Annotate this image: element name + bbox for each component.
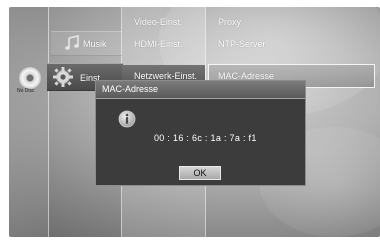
disc-icon [19,67,41,89]
menu-item-label: MAC-Adresse [218,71,275,81]
info-icon [118,110,136,128]
menu-item-proxy[interactable]: Proxy [218,17,241,27]
mac-address-value: 00 : 16 : 6c : 1a : 7a : f1 [154,133,257,143]
screen: No Disc Musik Einst. Video-Einst. HDMI-E… [0,0,380,243]
music-note-icon [65,35,79,50]
tv-menu-screen: No Disc Musik Einst. Video-Einst. HDMI-E… [9,7,380,237]
dialog-body: 00 : 16 : 6c : 1a : 7a : f1 OK [96,99,305,185]
dialog-title-bar: MAC-Adresse [96,81,305,99]
dialog-title: MAC-Adresse [102,84,159,94]
menu-item-video-einst[interactable]: Video-Einst. [134,17,182,27]
menu-item-ntp-server[interactable]: NTP-Server [218,39,266,49]
menu-item-musik[interactable]: Musik [51,31,122,56]
mac-address-dialog: MAC-Adresse 00 : 16 : 6c : 1a : 7a : f1 … [96,81,305,185]
column-divider [48,7,49,237]
menu-item-hdmi-einst[interactable]: HDMI-Einst. [134,39,183,49]
status-strip [9,7,48,237]
disc-status-label: No Disc [17,88,35,94]
gear-icon [53,67,73,87]
menu-item-label: Netzwerk-Einst. [134,71,198,81]
menu-item-label: Musik [83,39,107,49]
ok-button[interactable]: OK [179,166,221,180]
